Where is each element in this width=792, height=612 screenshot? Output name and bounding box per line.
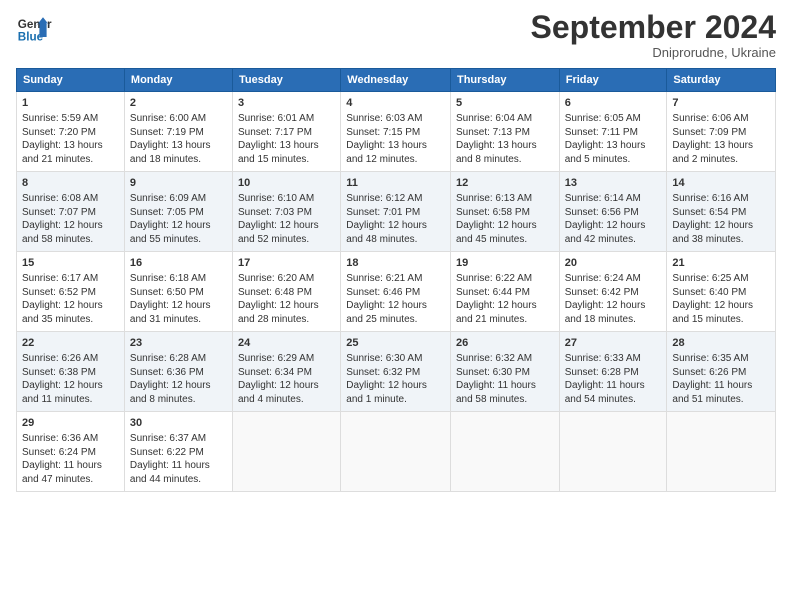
calendar-day-cell: 2Sunrise: 6:00 AMSunset: 7:19 PMDaylight…	[124, 92, 232, 172]
day-number: 10	[238, 176, 335, 191]
day-number: 27	[565, 336, 662, 351]
day-number: 30	[130, 416, 227, 431]
calendar-day-cell: 3Sunrise: 6:01 AMSunset: 7:17 PMDaylight…	[233, 92, 341, 172]
calendar-day-cell: 8Sunrise: 6:08 AMSunset: 7:07 PMDaylight…	[17, 172, 125, 252]
calendar-day-cell: 11Sunrise: 6:12 AMSunset: 7:01 PMDayligh…	[341, 172, 451, 252]
calendar-day-cell: 17Sunrise: 6:20 AMSunset: 6:48 PMDayligh…	[233, 252, 341, 332]
day-number: 26	[456, 336, 554, 351]
logo-icon: General Blue	[16, 10, 52, 46]
logo: General Blue	[16, 10, 52, 46]
calendar-day-cell: 1Sunrise: 5:59 AMSunset: 7:20 PMDaylight…	[17, 92, 125, 172]
col-saturday: Saturday	[667, 69, 776, 92]
day-number: 1	[22, 96, 119, 111]
calendar-week-row: 8Sunrise: 6:08 AMSunset: 7:07 PMDaylight…	[17, 172, 776, 252]
calendar-header-row: Sunday Monday Tuesday Wednesday Thursday…	[17, 69, 776, 92]
calendar-day-cell: 23Sunrise: 6:28 AMSunset: 6:36 PMDayligh…	[124, 332, 232, 412]
title-block: September 2024 Dniprorudne, Ukraine	[531, 10, 776, 60]
calendar-day-cell: 26Sunrise: 6:32 AMSunset: 6:30 PMDayligh…	[450, 332, 559, 412]
day-number: 22	[22, 336, 119, 351]
calendar-empty-cell	[559, 412, 667, 492]
calendar-empty-cell	[233, 412, 341, 492]
day-number: 23	[130, 336, 227, 351]
month-title: September 2024	[531, 10, 776, 45]
calendar-day-cell: 30Sunrise: 6:37 AMSunset: 6:22 PMDayligh…	[124, 412, 232, 492]
calendar-week-row: 1Sunrise: 5:59 AMSunset: 7:20 PMDaylight…	[17, 92, 776, 172]
header: General Blue September 2024 Dniprorudne,…	[16, 10, 776, 60]
day-number: 8	[22, 176, 119, 191]
calendar-day-cell: 10Sunrise: 6:10 AMSunset: 7:03 PMDayligh…	[233, 172, 341, 252]
calendar-day-cell: 24Sunrise: 6:29 AMSunset: 6:34 PMDayligh…	[233, 332, 341, 412]
calendar-week-row: 22Sunrise: 6:26 AMSunset: 6:38 PMDayligh…	[17, 332, 776, 412]
day-number: 24	[238, 336, 335, 351]
calendar-day-cell: 15Sunrise: 6:17 AMSunset: 6:52 PMDayligh…	[17, 252, 125, 332]
day-number: 13	[565, 176, 662, 191]
col-friday: Friday	[559, 69, 667, 92]
col-thursday: Thursday	[450, 69, 559, 92]
day-number: 16	[130, 256, 227, 271]
calendar-day-cell: 16Sunrise: 6:18 AMSunset: 6:50 PMDayligh…	[124, 252, 232, 332]
calendar-day-cell: 29Sunrise: 6:36 AMSunset: 6:24 PMDayligh…	[17, 412, 125, 492]
day-number: 7	[672, 96, 770, 111]
calendar-day-cell: 20Sunrise: 6:24 AMSunset: 6:42 PMDayligh…	[559, 252, 667, 332]
day-number: 2	[130, 96, 227, 111]
day-number: 14	[672, 176, 770, 191]
day-number: 21	[672, 256, 770, 271]
day-number: 28	[672, 336, 770, 351]
day-number: 5	[456, 96, 554, 111]
day-number: 9	[130, 176, 227, 191]
calendar-day-cell: 5Sunrise: 6:04 AMSunset: 7:13 PMDaylight…	[450, 92, 559, 172]
day-number: 3	[238, 96, 335, 111]
col-tuesday: Tuesday	[233, 69, 341, 92]
calendar-day-cell: 4Sunrise: 6:03 AMSunset: 7:15 PMDaylight…	[341, 92, 451, 172]
day-number: 25	[346, 336, 445, 351]
calendar-empty-cell	[341, 412, 451, 492]
calendar-day-cell: 18Sunrise: 6:21 AMSunset: 6:46 PMDayligh…	[341, 252, 451, 332]
calendar-day-cell: 27Sunrise: 6:33 AMSunset: 6:28 PMDayligh…	[559, 332, 667, 412]
col-wednesday: Wednesday	[341, 69, 451, 92]
calendar-week-row: 29Sunrise: 6:36 AMSunset: 6:24 PMDayligh…	[17, 412, 776, 492]
day-number: 29	[22, 416, 119, 431]
col-sunday: Sunday	[17, 69, 125, 92]
calendar-empty-cell	[450, 412, 559, 492]
day-number: 6	[565, 96, 662, 111]
day-number: 4	[346, 96, 445, 111]
location: Dniprorudne, Ukraine	[531, 45, 776, 60]
calendar-day-cell: 25Sunrise: 6:30 AMSunset: 6:32 PMDayligh…	[341, 332, 451, 412]
day-number: 20	[565, 256, 662, 271]
day-number: 11	[346, 176, 445, 191]
calendar-day-cell: 21Sunrise: 6:25 AMSunset: 6:40 PMDayligh…	[667, 252, 776, 332]
calendar-day-cell: 22Sunrise: 6:26 AMSunset: 6:38 PMDayligh…	[17, 332, 125, 412]
calendar-day-cell: 9Sunrise: 6:09 AMSunset: 7:05 PMDaylight…	[124, 172, 232, 252]
calendar-day-cell: 7Sunrise: 6:06 AMSunset: 7:09 PMDaylight…	[667, 92, 776, 172]
day-number: 19	[456, 256, 554, 271]
day-number: 17	[238, 256, 335, 271]
day-number: 12	[456, 176, 554, 191]
calendar-empty-cell	[667, 412, 776, 492]
calendar-day-cell: 12Sunrise: 6:13 AMSunset: 6:58 PMDayligh…	[450, 172, 559, 252]
page: General Blue September 2024 Dniprorudne,…	[0, 0, 792, 612]
calendar-day-cell: 14Sunrise: 6:16 AMSunset: 6:54 PMDayligh…	[667, 172, 776, 252]
day-number: 18	[346, 256, 445, 271]
calendar-day-cell: 6Sunrise: 6:05 AMSunset: 7:11 PMDaylight…	[559, 92, 667, 172]
calendar-day-cell: 19Sunrise: 6:22 AMSunset: 6:44 PMDayligh…	[450, 252, 559, 332]
day-number: 15	[22, 256, 119, 271]
calendar-day-cell: 28Sunrise: 6:35 AMSunset: 6:26 PMDayligh…	[667, 332, 776, 412]
calendar-table: Sunday Monday Tuesday Wednesday Thursday…	[16, 68, 776, 492]
col-monday: Monday	[124, 69, 232, 92]
calendar-week-row: 15Sunrise: 6:17 AMSunset: 6:52 PMDayligh…	[17, 252, 776, 332]
calendar-day-cell: 13Sunrise: 6:14 AMSunset: 6:56 PMDayligh…	[559, 172, 667, 252]
svg-text:General: General	[18, 18, 52, 31]
